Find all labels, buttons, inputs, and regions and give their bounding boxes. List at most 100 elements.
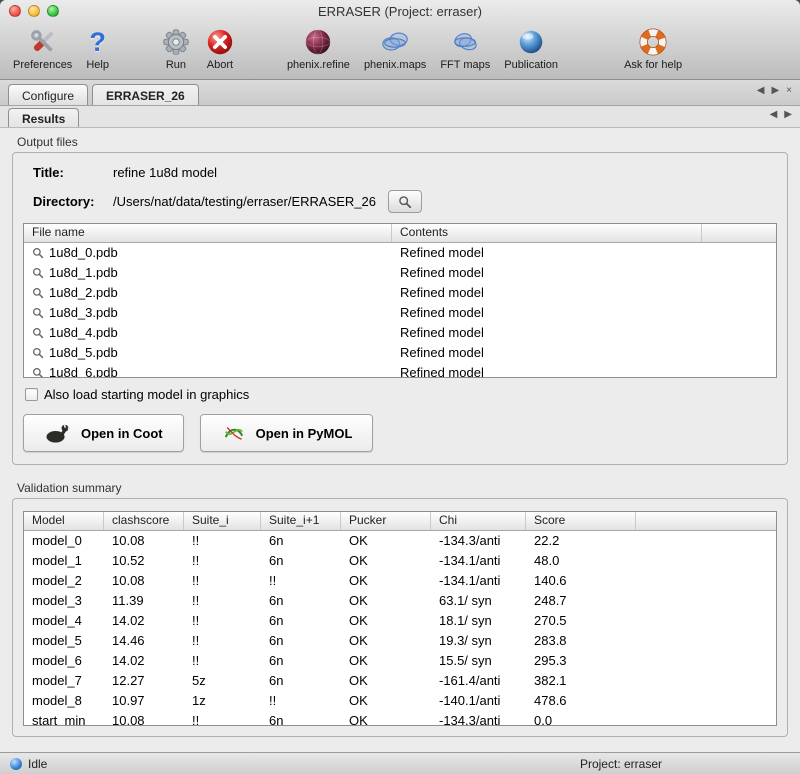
cell-pucker: OK: [341, 571, 431, 591]
table-row[interactable]: 1u8d_1.pdb Refined model: [24, 263, 776, 283]
table-row[interactable]: 1u8d_3.pdb Refined model: [24, 303, 776, 323]
open-in-pymol-button[interactable]: Open in PyMOL: [200, 414, 374, 452]
table-row[interactable]: model_4 14.02 !! 6n OK 18.1/ syn 270.5: [24, 611, 776, 631]
open-in-coot-button[interactable]: Open in Coot: [23, 414, 184, 452]
table-row[interactable]: 1u8d_6.pdb Refined model: [24, 363, 776, 377]
cell-score: 295.3: [526, 651, 636, 671]
abort-button[interactable]: Abort: [198, 25, 242, 71]
magnifier-icon: [32, 247, 44, 259]
output-files-group: Output files Title: refine 1u8d model Di…: [12, 135, 788, 465]
cell-model: model_4: [24, 611, 104, 631]
publication-icon: [516, 25, 546, 58]
column-header-clashscore[interactable]: clashscore: [104, 512, 184, 530]
cell-clashscore: 14.02: [104, 611, 184, 631]
tab-nav: ◀ ▶ ×: [757, 80, 792, 101]
column-header-suite-i[interactable]: Suite_i: [184, 512, 261, 530]
preferences-button[interactable]: Preferences: [6, 25, 79, 71]
cell-suite-i: !!: [184, 551, 261, 571]
tab-configure[interactable]: Configure: [8, 84, 88, 105]
project-label: Project: erraser: [580, 757, 662, 771]
checkbox-label: Also load starting model in graphics: [44, 387, 249, 402]
table-row[interactable]: model_0 10.08 !! 6n OK -134.3/anti 22.2: [24, 531, 776, 551]
publication-button[interactable]: Publication: [497, 25, 565, 71]
table-row[interactable]: 1u8d_2.pdb Refined model: [24, 283, 776, 303]
cell-suite-i1: 6n: [261, 631, 341, 651]
column-header-suite-i1[interactable]: Suite_i+1: [261, 512, 341, 530]
cell-suite-i1: 6n: [261, 651, 341, 671]
zoom-button[interactable]: [47, 5, 59, 17]
file-name: 1u8d_6.pdb: [49, 363, 118, 377]
table-row[interactable]: 1u8d_4.pdb Refined model: [24, 323, 776, 343]
table-row[interactable]: model_5 14.46 !! 6n OK 19.3/ syn 283.8: [24, 631, 776, 651]
ask-for-help-button[interactable]: Ask for help: [617, 25, 689, 71]
cell-clashscore: 10.52: [104, 551, 184, 571]
checkbox-box[interactable]: [25, 388, 38, 401]
sub-tab-bar: Results ◀ ▶: [0, 106, 800, 128]
cell-score: 248.7: [526, 591, 636, 611]
cell-suite-i: 5z: [184, 671, 261, 691]
phenix-maps-button[interactable]: phenix.maps: [357, 25, 433, 71]
tab-erraser-26[interactable]: ERRASER_26: [92, 84, 199, 105]
output-files-table: File name Contents 1u8d_0.pdb: [23, 223, 777, 378]
fft-maps-icon: [450, 25, 480, 58]
table-row[interactable]: model_7 12.27 5z 6n OK -161.4/anti 382.1: [24, 671, 776, 691]
fft-maps-button[interactable]: FFT maps: [433, 25, 497, 71]
cell-clashscore: 10.08: [104, 711, 184, 725]
column-header-chi[interactable]: Chi: [431, 512, 526, 530]
minimize-button[interactable]: [28, 5, 40, 17]
cell-clashscore: 10.08: [104, 571, 184, 591]
toolbar-label: Publication: [504, 59, 558, 71]
tab-scroll-right-icon[interactable]: ▶: [784, 109, 792, 120]
cell-suite-i: !!: [184, 571, 261, 591]
column-header-pucker[interactable]: Pucker: [341, 512, 431, 530]
validation-table: Model clashscore Suite_i Suite_i+1 Pucke…: [23, 511, 777, 726]
cell-suite-i: !!: [184, 611, 261, 631]
cell-suite-i1: !!: [261, 571, 341, 591]
file-contents: Refined model: [392, 283, 702, 303]
status-icon: [10, 758, 22, 770]
browse-directory-button[interactable]: [388, 190, 422, 213]
close-button[interactable]: [9, 5, 21, 17]
window-header: ERRASER (Project: erraser) Preferences ?…: [0, 0, 800, 80]
file-contents: Refined model: [392, 343, 702, 363]
cell-score: 270.5: [526, 611, 636, 631]
table-row[interactable]: model_8 10.97 1z !! OK -140.1/anti 478.6: [24, 691, 776, 711]
cell-suite-i: !!: [184, 651, 261, 671]
phenix-maps-icon: [380, 25, 410, 58]
traffic-lights: [9, 5, 59, 17]
toolbar-label: Help: [86, 59, 109, 71]
cell-chi: -134.3/anti: [431, 531, 526, 551]
file-name: 1u8d_2.pdb: [49, 283, 118, 303]
table-row[interactable]: model_1 10.52 !! 6n OK -134.1/anti 48.0: [24, 551, 776, 571]
help-icon: ?: [89, 25, 106, 58]
directory-row: Directory: /Users/nat/data/testing/erras…: [33, 190, 777, 213]
tab-close-icon[interactable]: ×: [786, 85, 792, 96]
tab-results[interactable]: Results: [8, 108, 79, 127]
table-row[interactable]: model_2 10.08 !! !! OK -134.1/anti 140.6: [24, 571, 776, 591]
file-name: 1u8d_0.pdb: [49, 243, 118, 263]
column-header-model[interactable]: Model: [24, 512, 104, 530]
load-starting-model-checkbox[interactable]: Also load starting model in graphics: [25, 387, 777, 402]
table-row[interactable]: model_6 14.02 !! 6n OK 15.5/ syn 295.3: [24, 651, 776, 671]
cell-pucker: OK: [341, 671, 431, 691]
magnifier-icon: [32, 267, 44, 279]
cell-score: 0.0: [526, 711, 636, 725]
column-header-contents[interactable]: Contents: [392, 224, 702, 242]
preferences-icon: [28, 25, 58, 58]
table-row[interactable]: start_min 10.08 !! 6n OK -134.3/anti 0.0: [24, 711, 776, 725]
tab-scroll-right-icon[interactable]: ▶: [771, 85, 779, 96]
phenix-refine-button[interactable]: phenix.refine: [280, 25, 357, 71]
tab-scroll-left-icon[interactable]: ◀: [757, 85, 765, 96]
table-row[interactable]: 1u8d_5.pdb Refined model: [24, 343, 776, 363]
column-header-file-name[interactable]: File name: [24, 224, 392, 242]
cell-chi: -140.1/anti: [431, 691, 526, 711]
cell-suite-i1: 6n: [261, 671, 341, 691]
file-name: 1u8d_1.pdb: [49, 263, 118, 283]
run-button[interactable]: Run: [154, 25, 198, 71]
table-row[interactable]: 1u8d_0.pdb Refined model: [24, 243, 776, 263]
column-header-score[interactable]: Score: [526, 512, 636, 530]
cell-chi: -134.1/anti: [431, 551, 526, 571]
help-button[interactable]: ? Help: [79, 25, 116, 71]
table-row[interactable]: model_3 11.39 !! 6n OK 63.1/ syn 248.7: [24, 591, 776, 611]
tab-scroll-left-icon[interactable]: ◀: [770, 109, 778, 120]
